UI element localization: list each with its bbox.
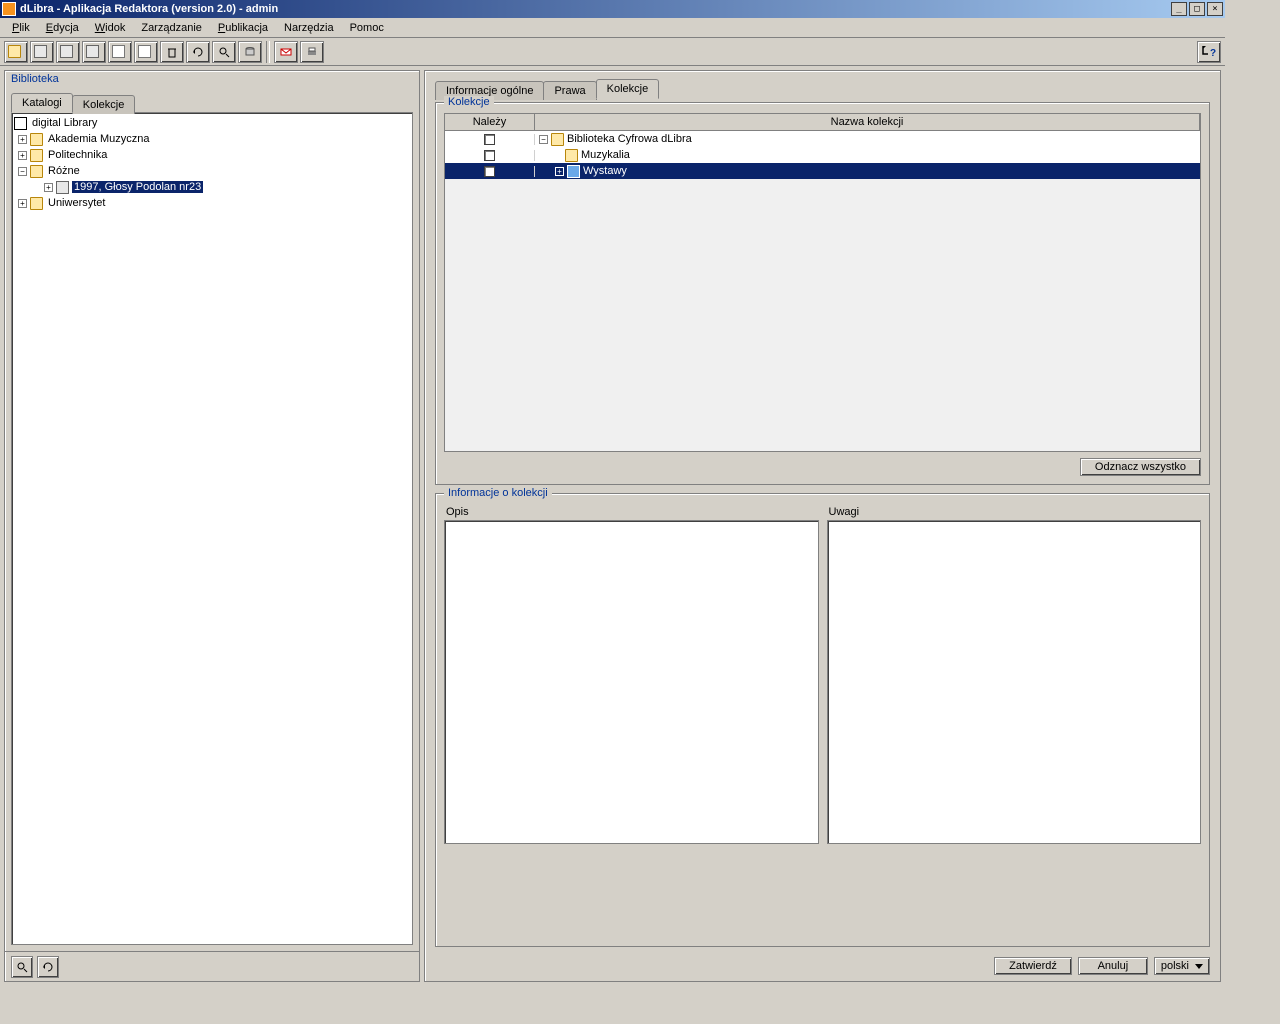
menu-pomoc[interactable]: Pomoc	[342, 20, 392, 36]
menu-plik[interactable]: Plik	[4, 20, 38, 36]
menu-zarzadzanie[interactable]: Zarządzanie	[133, 20, 210, 36]
tab-kolekcje-right[interactable]: Kolekcje	[596, 79, 660, 99]
window-titlebar: dLibra - Aplikacja Redaktora (version 2.…	[0, 0, 1225, 18]
col-header-name[interactable]: Nazwa kolekcji	[535, 114, 1200, 130]
language-selector[interactable]: polski	[1154, 957, 1210, 975]
minimize-button[interactable]: _	[1171, 2, 1187, 16]
collapse-icon[interactable]: −	[18, 167, 27, 176]
collection-row-selected[interactable]: + Wystawy	[445, 163, 1200, 179]
tree-item-selected[interactable]: + 1997, Głosy Podolan nr23	[14, 179, 410, 195]
tool-search[interactable]	[212, 41, 236, 63]
svg-text:?: ?	[1210, 48, 1216, 59]
right-panel: Informacje ogólne Prawa Kolekcje Kolekcj…	[424, 70, 1221, 982]
group-info-legend: Informacje o kolekcji	[444, 487, 552, 499]
tree-uniwersytet[interactable]: + Uniwersytet	[14, 195, 410, 211]
menu-widok[interactable]: Widok	[87, 20, 134, 36]
tree-root[interactable]: digital Library	[14, 115, 410, 131]
group-info: Informacje o kolekcji Opis Uwagi	[435, 493, 1210, 947]
tool-book-1[interactable]	[30, 41, 54, 63]
menu-edycja[interactable]: Edycja	[38, 20, 87, 36]
app-icon	[2, 2, 16, 16]
folder-icon	[30, 149, 43, 162]
tree-politechnika[interactable]: + Politechnika	[14, 147, 410, 163]
tool-doc-2[interactable]	[134, 41, 158, 63]
find-button[interactable]	[11, 956, 33, 978]
tree-rozne[interactable]: − Różne	[14, 163, 410, 179]
folder-icon	[551, 133, 564, 146]
collection-name: Biblioteka Cyfrowa dLibra	[567, 133, 692, 145]
language-value: polski	[1161, 960, 1189, 972]
tool-delete[interactable]	[160, 41, 184, 63]
close-button[interactable]: ×	[1207, 2, 1223, 16]
expand-icon[interactable]: +	[44, 183, 53, 192]
folder-icon	[567, 165, 580, 178]
menu-narzedzia[interactable]: Narzędzia	[276, 20, 342, 36]
window-title: dLibra - Aplikacja Redaktora (version 2.…	[20, 3, 1169, 15]
tab-katalogi[interactable]: Katalogi	[11, 93, 73, 113]
expand-icon[interactable]: +	[18, 135, 27, 144]
checkbox[interactable]	[484, 134, 495, 145]
tool-doc-1[interactable]	[108, 41, 132, 63]
group-kolekcje: Kolekcje Należy Nazwa kolekcji − Bibliot…	[435, 102, 1210, 485]
label-uwagi: Uwagi	[827, 504, 1202, 520]
left-panel-title: Biblioteka	[5, 71, 419, 87]
collection-row[interactable]: Muzykalia	[445, 147, 1200, 163]
label-opis: Opis	[444, 504, 819, 520]
maximize-button[interactable]: □	[1189, 2, 1205, 16]
group-kolekcje-legend: Kolekcje	[444, 96, 494, 108]
col-header-belongs[interactable]: Należy	[445, 114, 535, 130]
chevron-down-icon	[1195, 964, 1203, 969]
toolbar: ?	[0, 38, 1225, 66]
textarea-opis[interactable]	[444, 520, 819, 844]
tab-kolekcje-left[interactable]: Kolekcje	[72, 95, 136, 114]
tab-prawa[interactable]: Prawa	[543, 81, 596, 100]
tool-book-2[interactable]	[56, 41, 80, 63]
folder-icon	[30, 165, 43, 178]
tree-akademia[interactable]: + Akademia Muzyczna	[14, 131, 410, 147]
checkbox[interactable]	[484, 166, 495, 177]
collection-name: Muzykalia	[581, 149, 630, 161]
expand-icon[interactable]: +	[18, 199, 27, 208]
confirm-button[interactable]: Zatwierdź	[994, 957, 1072, 975]
expand-icon[interactable]: +	[555, 167, 564, 176]
tool-context-help[interactable]: ?	[1197, 41, 1221, 63]
menu-publikacja[interactable]: Publikacja	[210, 20, 276, 36]
tool-send[interactable]	[274, 41, 298, 63]
folder-icon	[565, 149, 578, 162]
textarea-uwagi[interactable]	[827, 520, 1202, 844]
collection-row[interactable]: − Biblioteka Cyfrowa dLibra	[445, 131, 1200, 147]
cancel-button[interactable]: Anuluj	[1078, 957, 1148, 975]
collapse-icon[interactable]: −	[539, 135, 548, 144]
deselect-all-button[interactable]: Odznacz wszystko	[1080, 458, 1201, 476]
tool-book-3[interactable]	[82, 41, 106, 63]
expand-icon[interactable]: +	[18, 151, 27, 160]
reload-button[interactable]	[37, 956, 59, 978]
folder-icon	[30, 133, 43, 146]
tool-new-folder[interactable]	[4, 41, 28, 63]
tool-print[interactable]	[300, 41, 324, 63]
left-panel: Biblioteka Katalogi Kolekcje digital Lib…	[4, 70, 420, 982]
library-icon	[14, 117, 27, 130]
folder-icon	[30, 197, 43, 210]
tool-refresh[interactable]	[186, 41, 210, 63]
collection-name: Wystawy	[583, 165, 627, 177]
catalog-tree[interactable]: digital Library + Akademia Muzyczna + Po…	[11, 112, 413, 945]
tool-db[interactable]	[238, 41, 262, 63]
collections-table: Należy Nazwa kolekcji − Biblioteka Cyfro…	[444, 113, 1201, 452]
menu-bar: Plik Edycja Widok Zarządzanie Publikacja…	[0, 18, 1225, 38]
checkbox[interactable]	[484, 150, 495, 161]
book-icon	[56, 181, 69, 194]
